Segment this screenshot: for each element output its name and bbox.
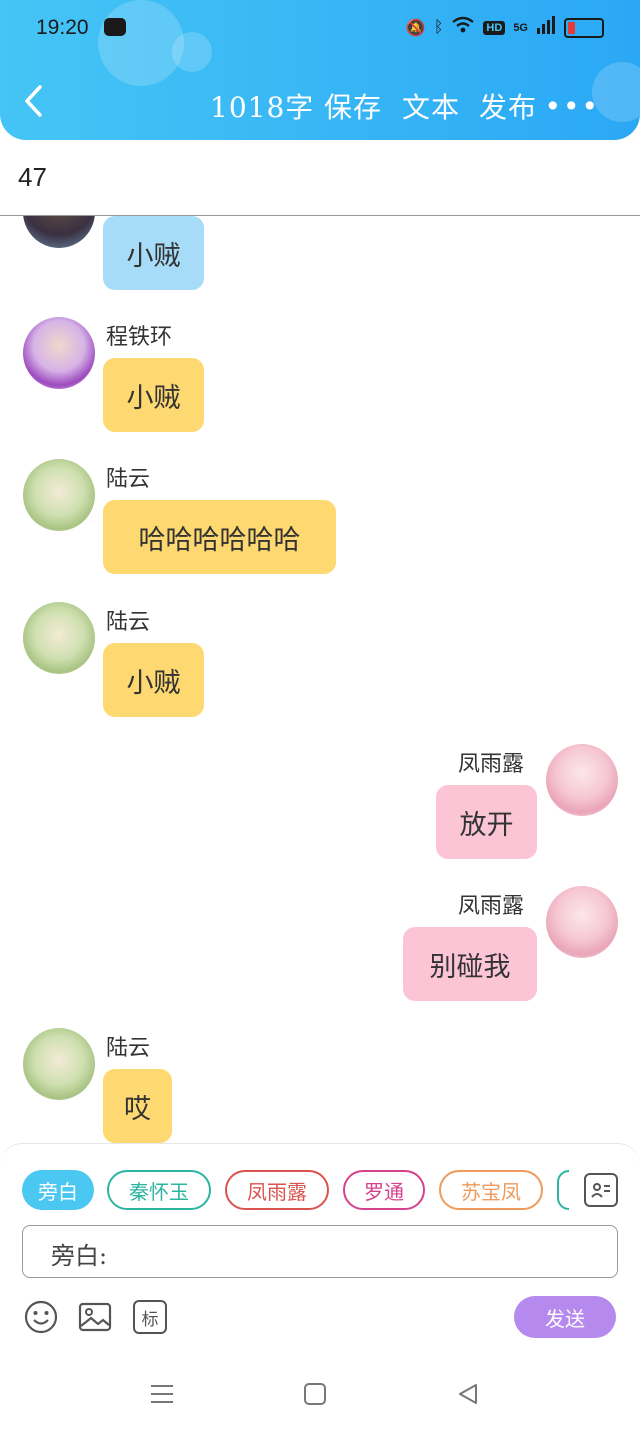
hd-icon: HD (483, 20, 506, 35)
message-bubble[interactable]: 小贼 (103, 643, 204, 717)
chevron-left-icon (25, 85, 42, 117)
emoji-icon[interactable] (24, 1300, 58, 1334)
mute-icon: 🔕 (405, 19, 426, 37)
avatar[interactable] (23, 216, 95, 248)
speaker-name: 程铁环 (106, 325, 173, 350)
status-time: 19:20 (36, 16, 89, 39)
character-chip[interactable]: 秦怀玉 (107, 1170, 211, 1210)
speaker-name: 凤雨露 (458, 752, 525, 777)
image-icon[interactable] (78, 1300, 112, 1334)
battery-icon (564, 17, 604, 38)
message-bubble[interactable]: 小贼 (103, 216, 204, 290)
message-bubble[interactable]: 哈哈哈哈哈哈 (103, 500, 336, 574)
input-prefix: 旁白: (51, 1242, 108, 1270)
editor-toolbar: 1018字 保存 文本 发布 ••• (0, 82, 640, 130)
speaker-name: 凤雨露 (458, 894, 525, 919)
message-bubble[interactable]: 哎 (103, 1069, 172, 1143)
contact-card-icon[interactable] (584, 1173, 618, 1207)
composer-panel: 旁白 秦怀玉 凤雨露 罗通 苏宝凤 旁白: 标 发送 (0, 1143, 640, 1356)
speaker-name: 陆云 (106, 1036, 151, 1061)
message-bubble[interactable]: 别碰我 (403, 927, 537, 1001)
app-header: 19:20 🔕 ᛒ HD 5G 1018字 保存 文本 发布 ••• (0, 0, 640, 140)
chat-area[interactable]: 小贼 程铁环 小贼 陆云 哈哈哈哈哈哈 陆云 小贼 凤雨露 放开 凤雨露 别碰我… (0, 216, 640, 1144)
game-controller-icon (104, 18, 126, 36)
menu-icon[interactable] (150, 1383, 174, 1405)
chapter-number-field[interactable]: 47 (0, 140, 640, 216)
tag-button[interactable]: 标 (133, 1300, 167, 1334)
speaker-name: 陆云 (106, 610, 151, 635)
message-input[interactable]: 旁白: (22, 1225, 618, 1278)
avatar[interactable] (23, 459, 95, 531)
character-chip[interactable]: 苏宝凤 (439, 1170, 543, 1210)
network-icon: 5G (513, 21, 528, 34)
character-chip-partial[interactable] (557, 1170, 569, 1210)
status-icons: 🔕 ᛒ HD 5G (406, 16, 604, 39)
back-button[interactable] (22, 84, 54, 124)
back-nav-icon[interactable] (456, 1382, 480, 1406)
word-count: 1018字 (210, 91, 315, 124)
system-navigation-bar (0, 1355, 640, 1433)
chapter-number: 47 (18, 162, 47, 192)
character-chip-narrator[interactable]: 旁白 (22, 1170, 94, 1210)
text-button[interactable]: 文本 (402, 86, 460, 126)
avatar[interactable] (546, 886, 618, 958)
message-bubble[interactable]: 放开 (436, 785, 537, 859)
avatar[interactable] (546, 744, 618, 816)
save-button[interactable]: 保存 (324, 86, 382, 126)
message-bubble[interactable]: 小贼 (103, 358, 204, 432)
home-icon[interactable] (304, 1383, 326, 1405)
avatar[interactable] (23, 602, 95, 674)
avatar[interactable] (23, 1028, 95, 1100)
publish-button[interactable]: 发布 (479, 86, 537, 126)
signal-icon (536, 16, 556, 39)
more-icon[interactable]: ••• (544, 90, 600, 123)
bluetooth-icon: ᛒ (433, 18, 444, 36)
status-bar: 19:20 🔕 ᛒ HD 5G (36, 14, 604, 44)
speaker-name: 陆云 (106, 467, 151, 492)
wifi-icon (451, 16, 475, 39)
send-button[interactable]: 发送 (514, 1296, 616, 1338)
character-chip[interactable]: 凤雨露 (225, 1170, 329, 1210)
avatar[interactable] (23, 317, 95, 389)
character-chip[interactable]: 罗通 (343, 1170, 425, 1210)
